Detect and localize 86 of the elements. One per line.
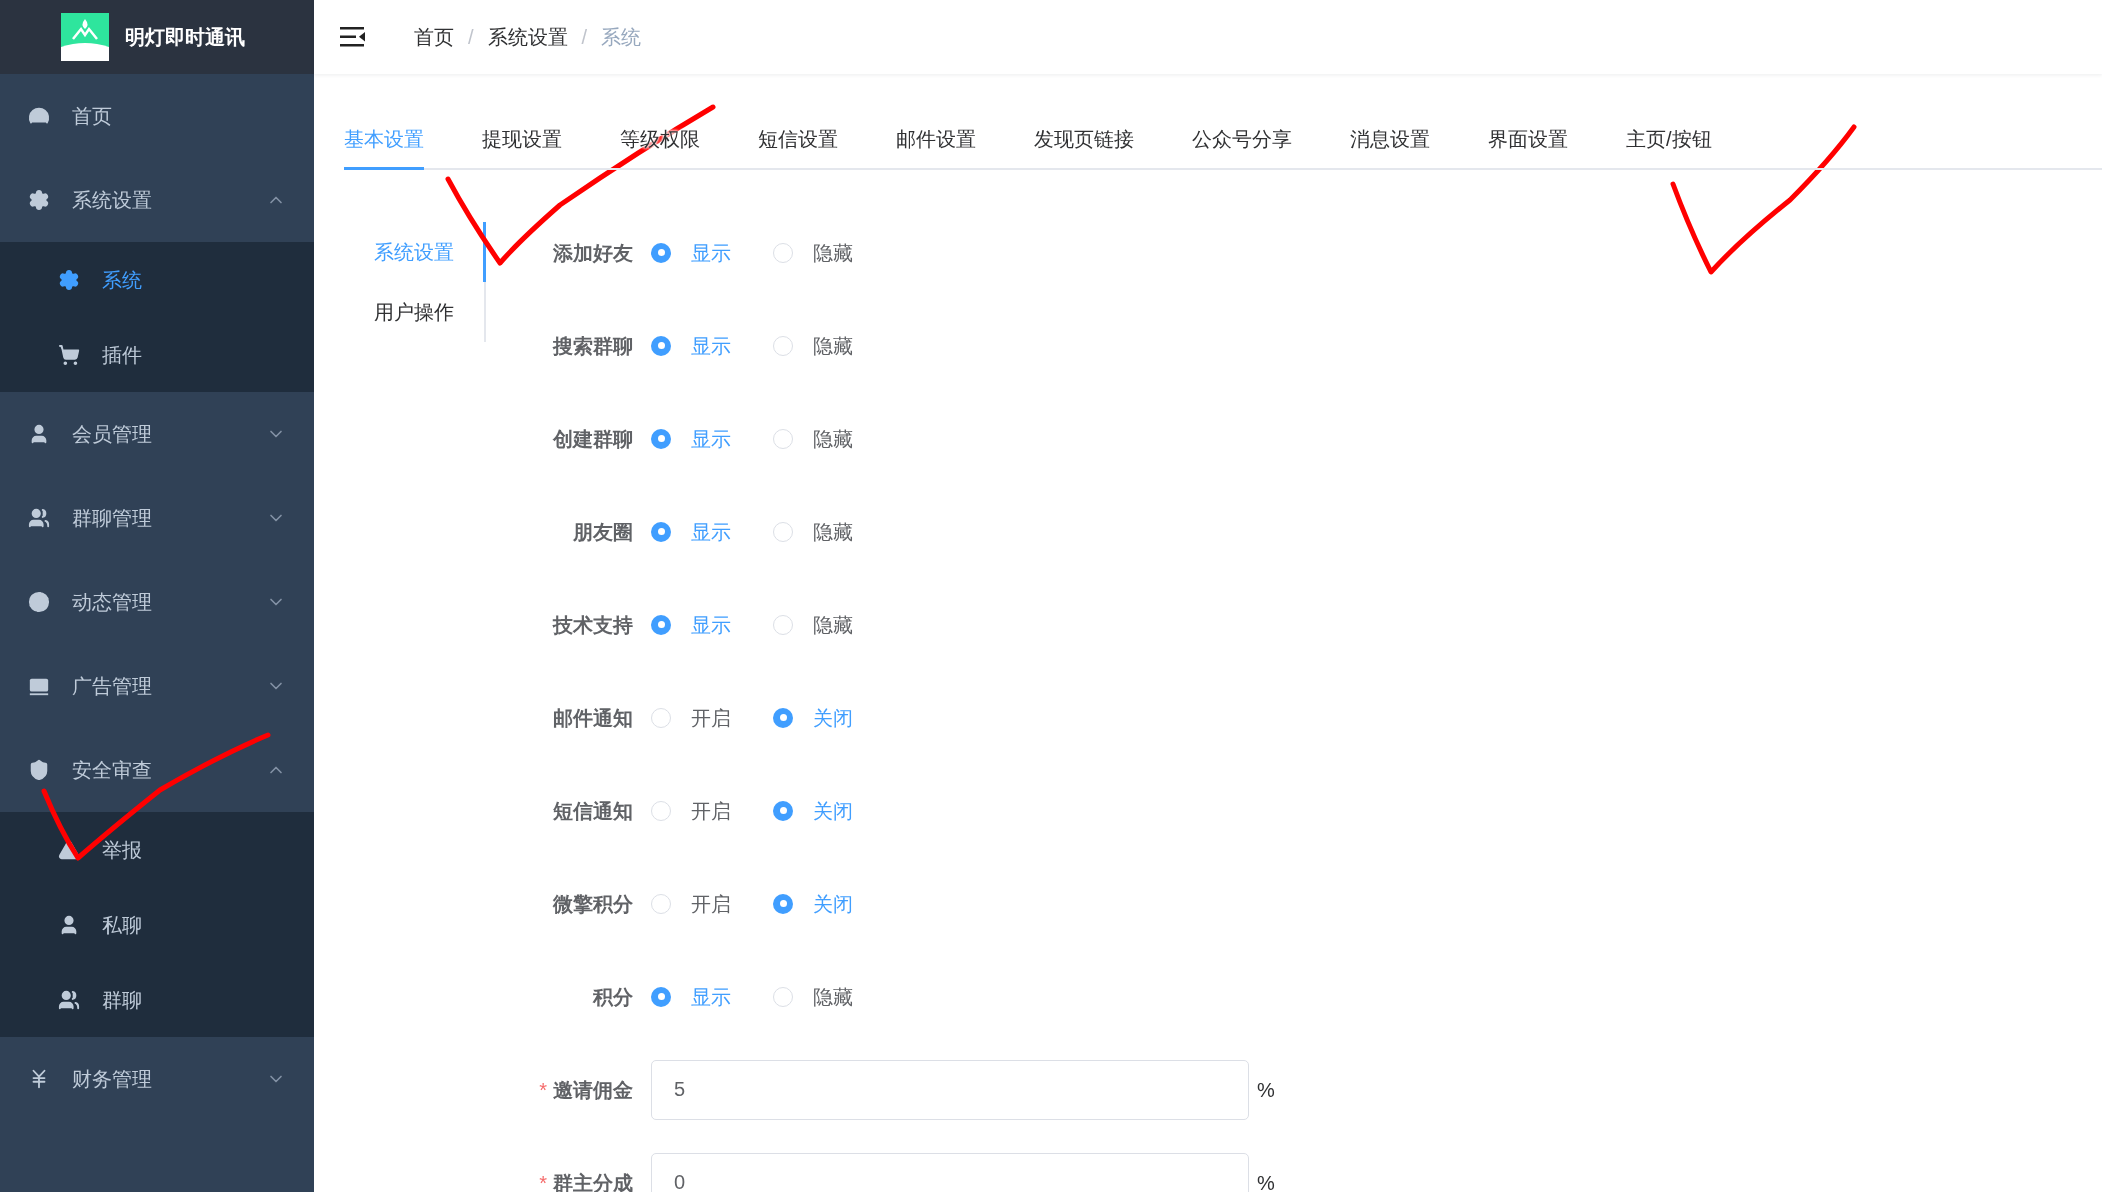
radio-button[interactable] <box>773 893 793 914</box>
breadcrumb-separator: / <box>581 25 588 50</box>
radio-button[interactable] <box>651 614 671 635</box>
breadcrumb-item: 系统 <box>601 25 642 50</box>
radio-button[interactable] <box>651 242 671 263</box>
form-label: 邮件通知 <box>553 705 633 731</box>
menu-label: 群聊管理 <box>72 506 153 531</box>
menu-label: 财务管理 <box>72 1067 153 1092</box>
tab[interactable]: 消息设置 <box>1350 110 1430 170</box>
required-mark: * <box>539 1077 547 1103</box>
form-label: 邀请佣金 <box>553 1077 633 1103</box>
form-label: 积分 <box>593 984 633 1010</box>
radio-button[interactable] <box>773 335 793 356</box>
radio-option[interactable]: 隐藏 <box>773 423 855 454</box>
radio-option[interactable]: 开启 <box>651 795 733 826</box>
menu-label: 广告管理 <box>72 674 153 699</box>
side-tab[interactable]: 用户操作 <box>344 282 486 342</box>
radio-button[interactable] <box>773 428 793 449</box>
cart-icon <box>58 343 80 366</box>
menu-item[interactable]: 广告管理 <box>0 644 314 728</box>
radio-button[interactable] <box>651 800 671 821</box>
input-field[interactable]: 5 <box>651 1059 1249 1120</box>
radio-option[interactable]: 开启 <box>651 702 733 733</box>
tab[interactable]: 邮件设置 <box>896 110 976 170</box>
submenu-item[interactable]: 举报 <box>0 812 314 887</box>
breadcrumb-item[interactable]: 系统设置 <box>487 22 568 52</box>
users-icon <box>28 507 50 529</box>
menu-item[interactable]: 群聊管理 <box>0 476 314 560</box>
menu-item[interactable]: 系统设置 <box>0 158 314 242</box>
form-label: 短信通知 <box>553 798 633 824</box>
breadcrumb-item[interactable]: 首页 <box>414 22 454 52</box>
tab[interactable]: 界面设置 <box>1488 110 1568 170</box>
submenu-item[interactable]: 私聊 <box>0 887 314 962</box>
form-label: 群主分成 <box>553 1170 633 1192</box>
radio-button[interactable] <box>773 707 793 728</box>
radio-option[interactable]: 隐藏 <box>773 237 855 268</box>
radio-option[interactable]: 隐藏 <box>773 330 855 361</box>
radio-option[interactable]: 隐藏 <box>773 516 855 547</box>
menu-icon[interactable] <box>340 26 366 48</box>
radio-button[interactable] <box>773 521 793 542</box>
shield-icon <box>28 759 50 781</box>
unit-label: % <box>1257 1077 1275 1103</box>
menu-item[interactable]: 安全审查 <box>0 728 314 812</box>
form-label: 添加好友 <box>553 240 633 266</box>
menu-label: 系统设置 <box>72 188 153 213</box>
menu-item[interactable]: 动态管理 <box>0 560 314 644</box>
radio-button[interactable] <box>651 521 671 542</box>
submenu-item[interactable]: 插件 <box>0 317 314 392</box>
tab[interactable]: 公众号分享 <box>1192 110 1292 170</box>
radio-button[interactable] <box>651 893 671 914</box>
radio-button[interactable] <box>651 986 671 1007</box>
tab[interactable]: 主页/按钮 <box>1626 110 1712 170</box>
form-label: 朋友圈 <box>573 519 633 545</box>
menu-label: 会员管理 <box>72 422 153 447</box>
radio-button[interactable] <box>651 335 671 356</box>
submenu-item[interactable]: 系统 <box>0 242 314 317</box>
menu-item[interactable]: 会员管理 <box>0 392 314 476</box>
radio-option[interactable]: 隐藏 <box>773 609 855 640</box>
logo-icon <box>61 13 109 61</box>
radio-button[interactable] <box>773 800 793 821</box>
required-mark: * <box>539 1170 547 1192</box>
radio-button[interactable] <box>773 986 793 1007</box>
unit-label: % <box>1257 1170 1275 1192</box>
tab[interactable]: 短信设置 <box>758 110 838 170</box>
menu-label: 安全审查 <box>72 758 153 783</box>
menu-label: 首页 <box>72 104 113 129</box>
users-icon <box>58 988 80 1011</box>
menu-item[interactable]: 财务管理 <box>0 1037 314 1121</box>
form-label: 技术支持 <box>553 612 633 638</box>
submenu-item[interactable]: 群聊 <box>0 962 314 1037</box>
menu-item[interactable]: 首页 <box>0 74 314 158</box>
radio-option[interactable]: 开启 <box>651 888 733 919</box>
form-label: 搜索群聊 <box>553 333 633 359</box>
breadcrumb-separator: / <box>468 25 474 50</box>
tab[interactable]: 提现设置 <box>482 110 562 170</box>
form-label: 创建群聊 <box>553 426 633 452</box>
radio-button[interactable] <box>773 614 793 635</box>
radio-button[interactable] <box>773 242 793 263</box>
radio-button[interactable] <box>651 428 671 449</box>
menu-label: 动态管理 <box>72 590 153 615</box>
tab[interactable]: 发现页链接 <box>1034 110 1134 170</box>
radio-button[interactable] <box>651 707 671 728</box>
app-name: 明灯即时通讯 <box>125 25 245 50</box>
form-label: 微擎积分 <box>553 891 633 917</box>
input-field[interactable]: 0 <box>651 1152 1249 1192</box>
radio-option[interactable]: 隐藏 <box>773 981 855 1012</box>
